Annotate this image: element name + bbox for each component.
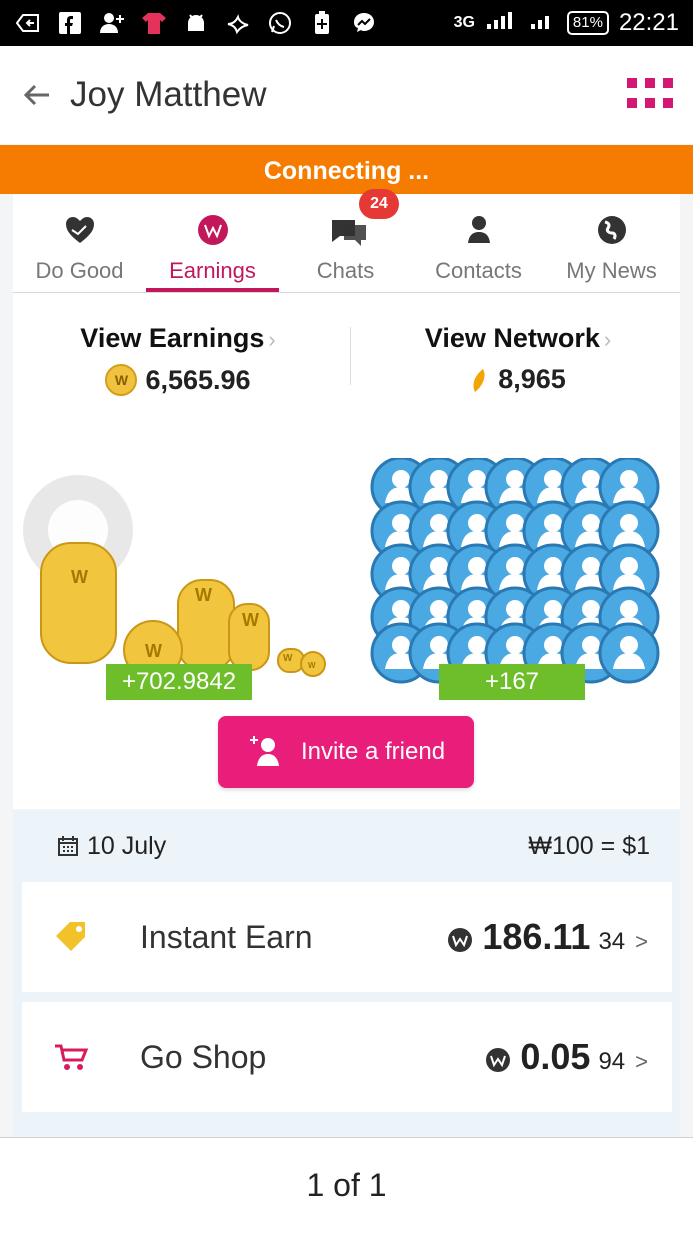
battery-indicator: 81%: [566, 11, 609, 35]
date-rate-row: 10 July ₩100 = $1: [13, 810, 680, 882]
calendar-icon: [58, 836, 78, 856]
chat-badge: 24: [359, 189, 399, 219]
tab-label-contacts: Contacts: [435, 258, 522, 283]
leaf-icon: [473, 368, 485, 392]
earnings-main: View Earnings › W 6,565.96 View Network › …: [13, 293, 680, 809]
view-network-label: View Network: [424, 323, 600, 353]
go-shop-value: 0.05 94 >: [484, 1036, 648, 1078]
tag-icon: [56, 922, 85, 951]
svg-text:W: W: [308, 661, 316, 670]
chevron-right-icon: ›: [603, 327, 612, 352]
back-arrow-icon[interactable]: [20, 78, 54, 112]
tab-chats[interactable]: 24 Chats: [279, 189, 412, 292]
view-earnings-link[interactable]: View Earnings ›: [13, 323, 343, 354]
cart-icon: [55, 1044, 89, 1070]
invite-friend-button[interactable]: Invite a friend: [218, 716, 474, 788]
tab-label-do-good: Do Good: [35, 258, 124, 283]
whatsapp-icon: [266, 9, 294, 37]
signal-icon: [485, 9, 519, 38]
svg-text:W: W: [195, 585, 212, 605]
date-display: 10 July: [57, 832, 166, 861]
summary-row: View Earnings › W 6,565.96 View Network › …: [13, 293, 680, 398]
w-coin-icon: [486, 1048, 511, 1072]
chevron-right-icon: ›: [268, 327, 276, 352]
back-screen-icon: [14, 9, 42, 37]
view-earnings-label: View Earnings: [80, 323, 265, 353]
shirt-icon: [140, 9, 168, 37]
android-icon: [182, 9, 210, 37]
messenger-icon: [350, 9, 378, 37]
bird-icon: [224, 9, 252, 37]
tab-contacts[interactable]: Contacts: [412, 194, 545, 292]
tab-label-my-news: My News: [566, 258, 657, 283]
network-value: 8,965: [498, 364, 566, 394]
instant-earn-amount: 186.11: [482, 916, 591, 957]
person-icon: [461, 212, 497, 248]
network-delta-chip: +167: [439, 664, 585, 700]
earnings-summary[interactable]: View Earnings › W 6,565.96: [13, 323, 343, 396]
earnings-total: W 6,565.96: [13, 364, 343, 396]
chevron-right-icon: >: [635, 929, 648, 954]
coin-icon: W: [105, 364, 138, 396]
date-label: 10 July: [87, 831, 167, 860]
svg-text:W: W: [242, 610, 259, 630]
add-contact-icon: [98, 9, 126, 37]
network-type: 3G: [453, 14, 475, 31]
page-title: Joy Matthew: [70, 75, 267, 114]
battery-saver-icon: [308, 9, 336, 37]
signal-icon-secondary: [529, 9, 557, 38]
tab-do-good[interactable]: Do Good: [13, 194, 146, 292]
earnings-delta-chip: +702.9842: [106, 664, 252, 700]
summary-divider: [350, 327, 351, 385]
earnings-list-panel: 10 July ₩100 = $1 Instant Earn 186.11 34…: [13, 810, 680, 1140]
tab-label-chats: Chats: [316, 258, 375, 283]
globe-icon: [594, 212, 630, 248]
instant-earn-label: Instant Earn: [140, 918, 313, 955]
earnings-value: 6,565.96: [145, 364, 251, 395]
w-coin-icon: [195, 212, 231, 248]
clock: 22:21: [618, 9, 679, 36]
go-shop-row[interactable]: Go Shop 0.05 94 >: [22, 1002, 672, 1112]
tab-label-earnings: Earnings: [169, 258, 256, 283]
svg-text:W: W: [283, 653, 293, 664]
w-coin-icon: [448, 928, 473, 952]
invite-button-label: Invite a friend: [300, 738, 446, 765]
svg-text:W: W: [71, 567, 88, 587]
exchange-rate: ₩100 = $1: [528, 831, 650, 860]
tab-my-news[interactable]: My News: [545, 194, 678, 292]
network-total: 8,965: [353, 364, 683, 395]
network-token-grid: [370, 458, 660, 684]
status-icons-left: [14, 9, 378, 37]
status-icons-right: 3G 81% 22:21: [454, 9, 679, 38]
view-network-link[interactable]: View Network ›: [353, 323, 683, 354]
heart-hands-icon: [62, 212, 98, 248]
svg-text:W: W: [145, 641, 162, 661]
go-shop-decimal: 94: [598, 1048, 626, 1075]
page-indicator: 1 of 1: [0, 1137, 693, 1233]
tab-bar: Do Good Earnings 24 Chats Contacts My Ne…: [13, 189, 680, 293]
network-summary[interactable]: View Network › 8,965: [353, 323, 683, 395]
add-person-icon: [249, 736, 279, 766]
connection-banner: Connecting ...: [0, 145, 693, 194]
network-people-illustration: [370, 458, 660, 684]
instant-earn-row[interactable]: Instant Earn 186.11 34 >: [22, 882, 672, 992]
chat-bubbles-icon: [328, 212, 366, 248]
chevron-right-icon: >: [635, 1049, 648, 1074]
grid-menu-icon[interactable]: [627, 78, 673, 112]
status-bar: 3G 81% 22:21: [0, 0, 693, 46]
go-shop-amount: 0.05: [520, 1036, 591, 1077]
instant-earn-decimal: 34: [598, 928, 626, 955]
facebook-icon: [56, 9, 84, 37]
tab-earnings[interactable]: Earnings: [146, 194, 279, 292]
app-header: Joy Matthew: [0, 46, 693, 144]
instant-earn-value: 186.11 34 >: [446, 916, 648, 958]
go-shop-label: Go Shop: [140, 1038, 267, 1075]
earnings-network-visuals: W W W W W W +702.9842 +167: [13, 458, 680, 703]
